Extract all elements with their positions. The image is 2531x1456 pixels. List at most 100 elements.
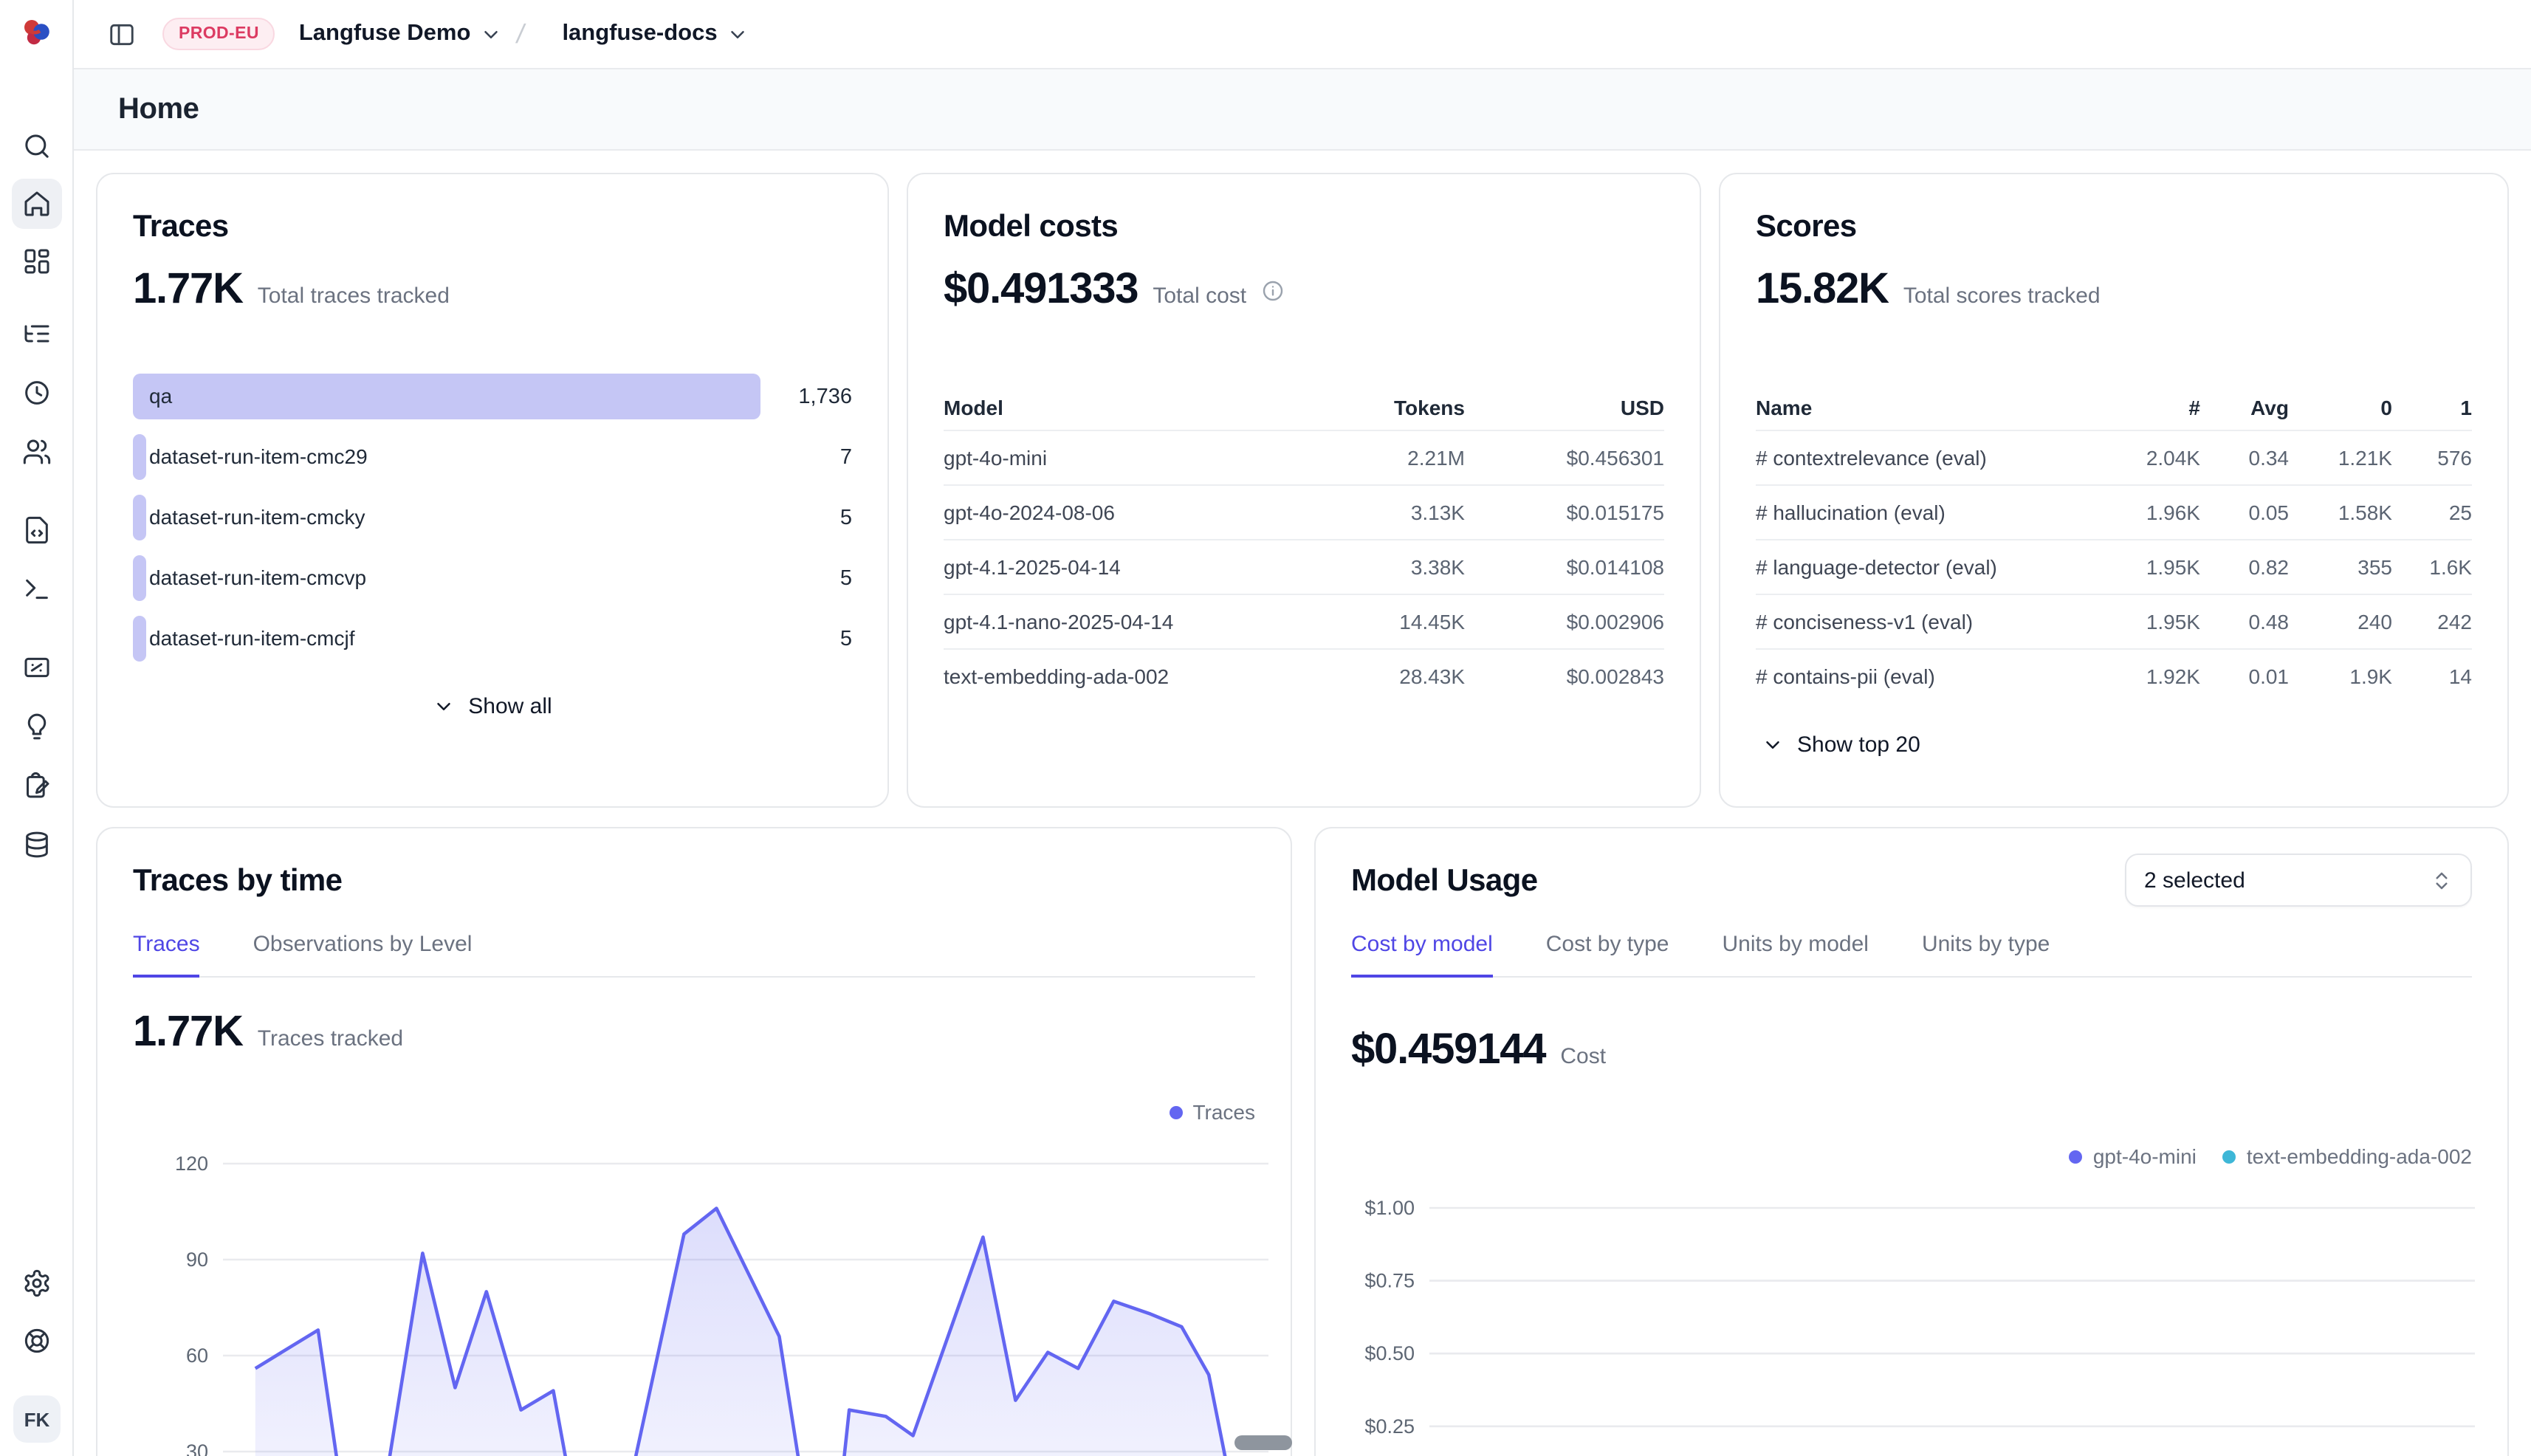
traces-bar-list: qa1,736 dataset-run-item-cmc297 dataset-ru… [133, 374, 852, 662]
support-lifebuoy-icon[interactable] [12, 1316, 62, 1366]
trace-bar [133, 495, 146, 540]
legend-label: text-embedding-ada-002 [2247, 1144, 2472, 1168]
settings-gear-icon[interactable] [12, 1258, 62, 1308]
table-row: # language-detector (eval)1.95K0.823551.… [1756, 539, 2472, 594]
table-row: # contextrelevance (eval)2.04K0.341.21K5… [1756, 430, 2472, 484]
evaluation-icon[interactable] [12, 642, 62, 693]
scrollbar-thumb[interactable] [1234, 1435, 1292, 1450]
table-cell: 242 [2392, 610, 2472, 633]
table-row: gpt-4.1-2025-04-143.38K$0.014108 [944, 539, 1664, 594]
table-cell: 1.58K [2289, 501, 2392, 524]
table-cell: 0.05 [2200, 501, 2289, 524]
info-icon[interactable] [1261, 278, 1285, 302]
y-axis-tick: 30 [186, 1440, 208, 1456]
column-header: Avg [2200, 396, 2289, 419]
y-axis-tick: 90 [186, 1249, 208, 1271]
model-costs-table: ModelTokensUSDgpt-4o-mini2.21M$0.456301g… [944, 385, 1664, 703]
trace-bar-row: qa1,736 [133, 374, 852, 419]
table-cell: 2.04K [2097, 446, 2200, 470]
table-header-row: ModelTokensUSD [944, 385, 1664, 430]
breadcrumb-separator: / [514, 18, 526, 49]
model-usage-card: Model Usage 2 selected Cost by modelCost… [1314, 827, 2509, 1456]
dashboards-icon[interactable] [12, 236, 62, 286]
user-avatar[interactable]: FK [13, 1395, 61, 1443]
sidebar-toggle-icon[interactable] [100, 13, 142, 55]
table-cell: gpt-4o-2024-08-06 [944, 501, 1295, 524]
tab-traces[interactable]: Traces [133, 932, 200, 978]
table-cell: $0.002843 [1465, 665, 1664, 688]
usage-cost-value: $0.459144 [1351, 1026, 1545, 1075]
trace-bar [133, 434, 146, 480]
chevron-down-icon [433, 696, 455, 718]
model-usage-chart: $1.00$0.75$0.50$0.25 [1316, 1168, 2510, 1456]
tracing-icon[interactable] [12, 309, 62, 359]
home-icon[interactable] [12, 179, 62, 229]
page-header: Home [74, 69, 2531, 151]
column-header: Name [1756, 396, 2097, 419]
database-icon[interactable] [12, 820, 62, 870]
table-row: gpt-4o-2024-08-063.13K$0.015175 [944, 484, 1664, 539]
chart-legend: Traces [1169, 1100, 1255, 1124]
traces-by-time-tabs: Traces Observations by Level [133, 932, 1255, 978]
org-selector[interactable]: Langfuse Demo [299, 21, 502, 47]
trace-name: dataset-run-item-cmcvp [149, 555, 366, 601]
table-row: # hallucination (eval)1.96K0.051.58K25 [1756, 484, 2472, 539]
table-cell: 1.95K [2097, 610, 2200, 633]
table-cell: 0.01 [2200, 665, 2289, 688]
search-icon[interactable] [12, 121, 62, 171]
traces-by-time-chart: 120906030 [97, 1124, 1294, 1456]
table-cell: 25 [2392, 501, 2472, 524]
table-cell: # language-detector (eval) [1756, 555, 2097, 579]
table-cell: text-embedding-ada-002 [944, 665, 1295, 688]
trace-bar-row: dataset-run-item-cmc297 [133, 434, 852, 480]
users-icon[interactable] [12, 427, 62, 477]
traces-tracked-value: 1.77K [133, 1009, 243, 1057]
table-cell: gpt-4.1-2025-04-14 [944, 555, 1295, 579]
table-header-row: Name#Avg01 [1756, 385, 2472, 430]
usage-cost-label: Cost [1560, 1044, 1606, 1069]
table-row: gpt-4.1-nano-2025-04-1414.45K$0.002906 [944, 594, 1664, 648]
environment-badge[interactable]: PROD-EU [162, 18, 275, 50]
langfuse-logo-icon[interactable] [19, 15, 55, 50]
project-selector[interactable]: langfuse-docs [562, 21, 748, 47]
show-all-button[interactable]: Show all [133, 694, 852, 719]
top-bar: PROD-EU Langfuse Demo / langfuse-docs [74, 0, 2531, 69]
y-axis-tick: 120 [175, 1153, 208, 1175]
trace-bar [133, 555, 146, 601]
model-usage-tabs: Cost by model Cost by type Units by model U… [1351, 932, 2472, 978]
y-axis-tick: $1.00 [1364, 1197, 1415, 1219]
show-top-20-button[interactable]: Show top 20 [1762, 732, 2472, 758]
tab-observations-by-level[interactable]: Observations by Level [253, 932, 473, 976]
tab-cost-by-model[interactable]: Cost by model [1351, 932, 1493, 978]
annotation-lightbulb-icon[interactable] [12, 701, 62, 752]
traces-total-label: Total traces tracked [258, 284, 450, 309]
tab-units-by-model[interactable]: Units by model [1723, 932, 1869, 976]
traces-by-time-card: Traces by time TracesObservations by Lev… [96, 827, 1292, 1456]
total-cost-label: Total cost [1153, 284, 1246, 309]
prompts-file-code-icon[interactable] [12, 505, 62, 555]
table-cell: # contextrelevance (eval) [1756, 446, 2097, 470]
column-header: Tokens [1295, 396, 1465, 419]
table-cell: 1.92K [2097, 665, 2200, 688]
playground-terminal-icon[interactable] [12, 564, 62, 614]
table-cell: 1.96K [2097, 501, 2200, 524]
table-cell: gpt-4o-mini [944, 446, 1295, 470]
table-cell: 0.82 [2200, 555, 2289, 579]
sessions-clock-icon[interactable] [12, 368, 62, 418]
datasets-clipboard-pen-icon[interactable] [12, 760, 62, 811]
chevron-down-icon [1762, 734, 1784, 756]
tab-units-by-type[interactable]: Units by type [1922, 932, 2050, 976]
tab-cost-by-type[interactable]: Cost by type [1546, 932, 1669, 976]
org-name: Langfuse Demo [299, 21, 471, 47]
table-cell: $0.014108 [1465, 555, 1664, 579]
table-cell: 576 [2392, 446, 2472, 470]
legend-item: Traces [1169, 1100, 1255, 1124]
table-cell: 3.38K [1295, 555, 1465, 579]
table-cell: 355 [2289, 555, 2392, 579]
trace-count: 5 [760, 566, 852, 590]
trace-count: 5 [760, 627, 852, 650]
scores-total-label: Total scores tracked [1903, 284, 2101, 309]
app-window: FK PROD-EU Langfuse Demo / langfuse-docs… [0, 0, 2531, 1456]
column-header: USD [1465, 396, 1664, 419]
model-select-dropdown[interactable]: 2 selected [2125, 854, 2472, 907]
